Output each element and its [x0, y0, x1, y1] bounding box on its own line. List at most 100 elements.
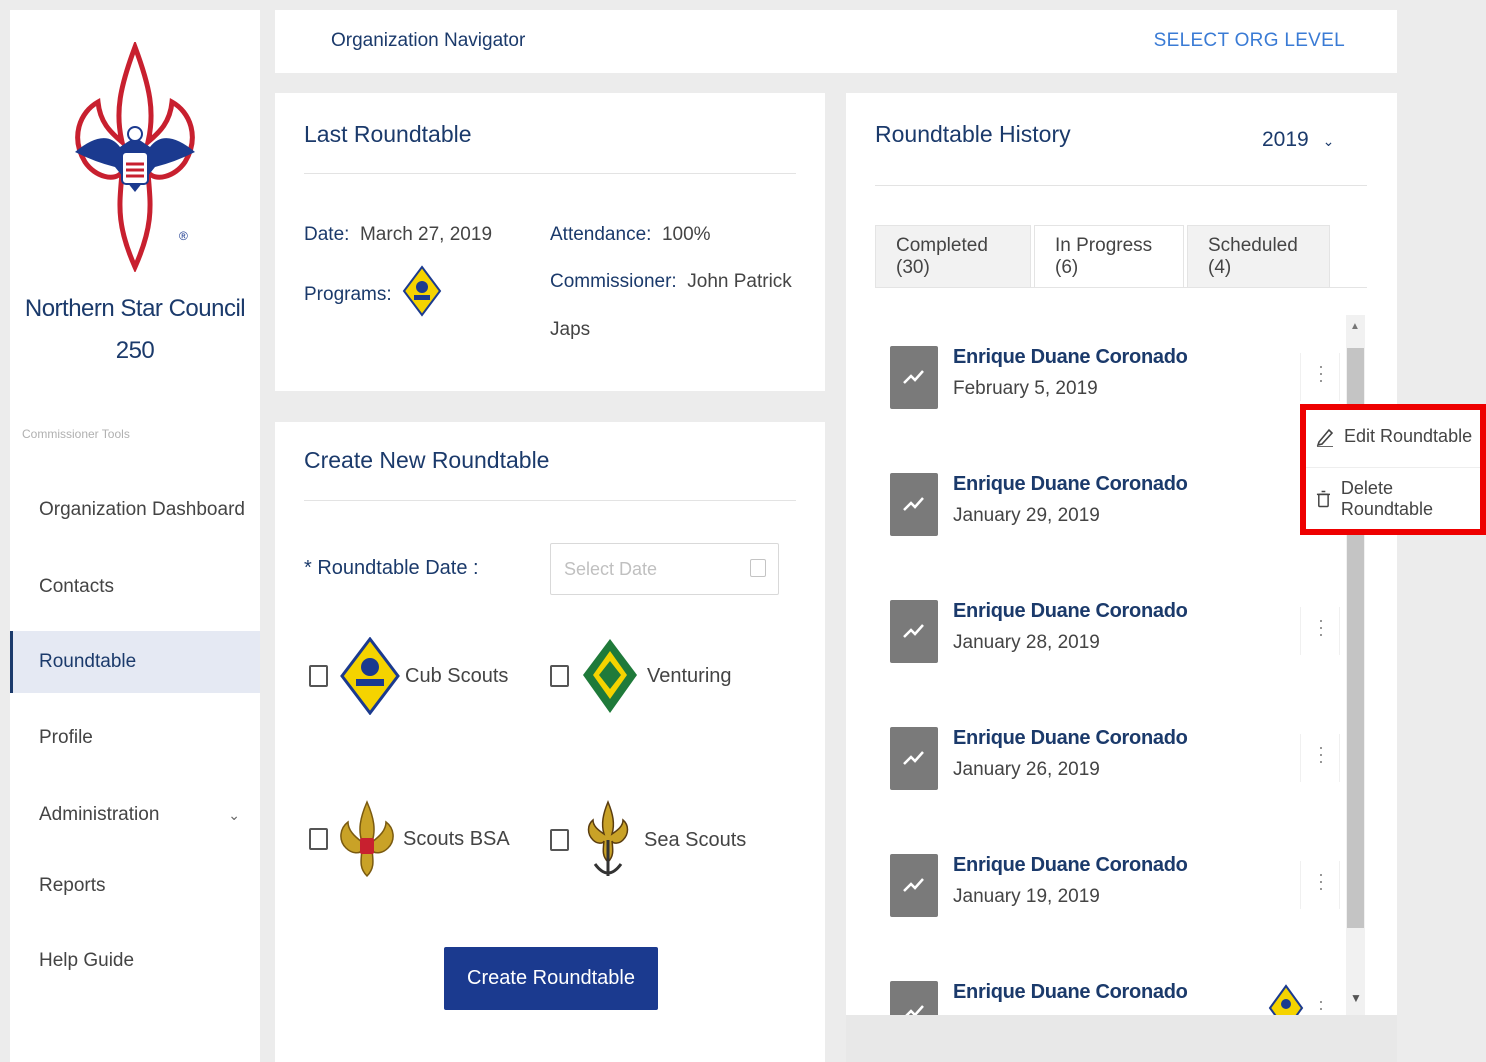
venturing-checkbox[interactable]: [550, 665, 569, 687]
council-name: Northern Star Council 250: [10, 288, 260, 372]
item-date: January 29, 2019: [953, 505, 1100, 526]
create-roundtable-button[interactable]: Create Roundtable: [444, 947, 658, 1010]
program-scouts-bsa: Scouts BSA: [309, 800, 510, 878]
tab-label: In Progress (6): [1055, 235, 1153, 278]
scouts-bsa-icon: [340, 800, 394, 878]
scroll-down-icon[interactable]: ▼: [1350, 991, 1362, 1005]
chart-icon: [890, 473, 938, 536]
cub-scouts-icon: [340, 637, 400, 715]
roundtable-date-input[interactable]: Select Date: [550, 543, 779, 595]
item-name[interactable]: Enrique Duane Coronado: [953, 473, 1188, 496]
year-select[interactable]: 2019 ⌄: [1262, 128, 1334, 152]
item-name[interactable]: Enrique Duane Coronado: [953, 854, 1188, 877]
cub-scouts-icon: [1268, 984, 1304, 1015]
sidebar-item-profile[interactable]: Profile: [10, 707, 260, 769]
chart-icon: [890, 854, 938, 917]
tabs-underline: [875, 287, 1367, 288]
item-name[interactable]: Enrique Duane Coronado: [953, 727, 1188, 750]
more-options-icon[interactable]: · · ·: [1318, 611, 1324, 643]
list-item[interactable]: Enrique Duane Coronado January 19, 2019 …: [890, 851, 1350, 919]
bsa-fleur-de-lis-logo: ®: [75, 42, 195, 272]
item-date: January 19, 2019: [953, 886, 1100, 907]
chart-icon: [890, 727, 938, 790]
council-number: 250: [115, 337, 155, 364]
sidebar-item-label: Administration: [39, 804, 160, 825]
roundtable-history-title: Roundtable History: [875, 121, 1071, 147]
sidebar-item-administration[interactable]: Administration ⌄: [10, 784, 260, 846]
trash-icon: [1316, 490, 1330, 508]
chart-icon: [890, 346, 938, 409]
attendance-value: 100%: [661, 224, 711, 245]
menu-divider: [1306, 467, 1480, 468]
delete-roundtable-menu-item[interactable]: Delete Roundtable: [1316, 478, 1480, 520]
menu-item-label: Delete Roundtable: [1340, 478, 1433, 519]
item-name[interactable]: Enrique Duane Coronado: [953, 981, 1188, 1004]
list-item[interactable]: Enrique Duane Coronado · · ·: [890, 978, 1350, 1015]
programs-label: Programs:: [304, 284, 392, 305]
roundtable-date-label: * Roundtable Date :: [304, 557, 479, 579]
page-title: Organization Navigator: [331, 30, 526, 51]
roundtable-history-card: Roundtable History 2019 ⌄ Completed (30)…: [846, 93, 1397, 1015]
scroll-up-icon[interactable]: ▲: [1350, 321, 1360, 332]
sidebar-item-help-guide[interactable]: Help Guide: [10, 930, 260, 992]
more-options-icon[interactable]: · · ·: [1318, 738, 1324, 770]
commissioner-value-cont: Japs: [550, 319, 591, 340]
calendar-icon: [750, 559, 766, 577]
svg-text:®: ®: [179, 229, 188, 243]
status-tabs: Completed (30) In Progress (6) Scheduled…: [875, 225, 1333, 288]
chevron-down-icon: ⌄: [1322, 133, 1335, 149]
cub-scouts-checkbox[interactable]: [309, 665, 328, 687]
edit-roundtable-menu-item[interactable]: Edit Roundtable: [1316, 426, 1472, 447]
program-sea-scouts: Sea Scouts: [550, 800, 746, 880]
programs-info: Programs:: [304, 265, 442, 317]
more-options-icon[interactable]: · · ·: [1318, 357, 1324, 389]
scouts-bsa-checkbox[interactable]: [309, 828, 328, 850]
menu-item-label: Edit Roundtable: [1344, 426, 1473, 446]
sidebar-item-roundtable[interactable]: Roundtable: [10, 631, 260, 693]
program-venturing: Venturing: [550, 637, 732, 715]
date-info: Date: March 27, 2019: [304, 224, 492, 246]
tab-label: Completed (30): [896, 235, 988, 278]
sidebar-item-label: Profile: [39, 727, 93, 748]
sidebar-item-reports[interactable]: Reports: [10, 855, 260, 917]
sidebar-item-organization-dashboard[interactable]: Organization Dashboard: [10, 479, 260, 541]
program-label: Scouts BSA: [403, 827, 510, 850]
divider: [304, 173, 796, 174]
attendance-label: Attendance:: [550, 224, 652, 245]
list-item[interactable]: Enrique Duane Coronado February 5, 2019 …: [890, 343, 1350, 411]
tab-label: Scheduled (4): [1208, 235, 1298, 278]
program-label: Sea Scouts: [644, 828, 747, 851]
program-cub-scouts: Cub Scouts: [309, 637, 508, 715]
sidebar-item-label: Roundtable: [39, 651, 137, 672]
tab-scheduled[interactable]: Scheduled (4): [1187, 225, 1330, 288]
more-options-icon[interactable]: · · ·: [1318, 865, 1324, 897]
list-item[interactable]: Enrique Duane Coronado January 26, 2019 …: [890, 724, 1350, 792]
sidebar-item-label: Reports: [39, 875, 106, 896]
program-label: Cub Scouts: [405, 664, 509, 687]
item-date: January 26, 2019: [953, 759, 1100, 780]
list-item[interactable]: Enrique Duane Coronado January 29, 2019: [890, 470, 1350, 538]
divider: [304, 500, 796, 501]
item-name[interactable]: Enrique Duane Coronado: [953, 600, 1188, 623]
top-bar: Organization Navigator SELECT ORG LEVEL: [275, 10, 1397, 73]
chart-icon: [890, 600, 938, 663]
tab-in-progress[interactable]: In Progress (6): [1034, 225, 1184, 288]
history-footer: [846, 1015, 1397, 1062]
item-date: February 5, 2019: [953, 378, 1098, 399]
sea-scouts-checkbox[interactable]: [550, 829, 569, 851]
date-placeholder: Select Date: [564, 559, 658, 579]
sidebar-item-label: Organization Dashboard: [39, 499, 245, 520]
chart-icon: [890, 981, 938, 1015]
sidebar-item-contacts[interactable]: Contacts: [10, 556, 260, 618]
commissioner-info: Commissioner: John Patrick Japs: [550, 258, 800, 354]
last-roundtable-card: Last Roundtable Date: March 27, 2019 Pro…: [275, 93, 825, 391]
list-item[interactable]: Enrique Duane Coronado January 28, 2019 …: [890, 597, 1350, 665]
tab-completed[interactable]: Completed (30): [875, 225, 1031, 288]
chevron-down-icon: ⌄: [228, 806, 240, 823]
sea-scouts-icon: [587, 800, 629, 876]
select-org-level-link[interactable]: SELECT ORG LEVEL: [1154, 30, 1345, 52]
more-options-icon[interactable]: · · ·: [1318, 992, 1324, 1015]
create-roundtable-card: Create New Roundtable * Roundtable Date …: [275, 422, 825, 1062]
item-name[interactable]: Enrique Duane Coronado: [953, 346, 1188, 369]
commissioner-value: John Patrick: [687, 271, 792, 292]
